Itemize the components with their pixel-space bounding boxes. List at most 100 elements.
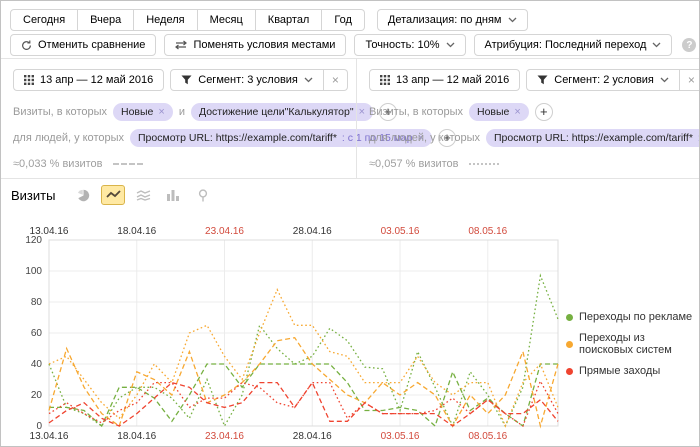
and-connector: и [179, 106, 185, 118]
map-pin-icon[interactable] [191, 185, 215, 205]
x-axis-label-top: 08.05.16 [468, 226, 507, 237]
chart-type-toolbar [71, 185, 215, 205]
chevron-down-icon [660, 77, 669, 83]
metrica-page: Сегодня Вчера Неделя Месяц Квартал Год Д… [0, 0, 700, 447]
date-range-button-a[interactable]: 13 апр — 12 май 2016 [13, 69, 164, 91]
accuracy-label: Точность: 10% [365, 39, 439, 51]
panel-b-visit-conditions: Визиты, в которых Новые × + [369, 103, 553, 121]
tab-today[interactable]: Сегодня [10, 9, 78, 31]
legend-label: Прямые заходы [579, 365, 660, 377]
segment-panel-a: 13 апр — 12 май 2016 Сегмент: 3 условия … [1, 59, 356, 178]
tab-week[interactable]: Неделя [134, 9, 197, 31]
filter-icon [181, 75, 192, 85]
panel-a-header: 13 апр — 12 май 2016 Сегмент: 3 условия … [13, 69, 348, 91]
condition-chip-goal[interactable]: Достижение цели"Калькулятор"× [191, 103, 373, 121]
segment-control-a: Сегмент: 3 условия × [170, 69, 348, 91]
people-label: для людей, у которых [369, 132, 480, 144]
chart-legend: Переходы по рекламе Переходы из поисковы… [566, 311, 699, 377]
legend-dot-green [566, 314, 573, 321]
swap-conditions-button[interactable]: Поменять условия местами [164, 34, 346, 56]
chevron-down-icon [446, 42, 455, 48]
x-axis-label-bottom: 08.05.16 [468, 431, 507, 442]
panel-b-people-conditions: для людей, у которых Просмотр URL: https… [369, 129, 700, 147]
period-toolbar: Сегодня Вчера Неделя Месяц Квартал Год Д… [10, 9, 528, 31]
tab-quarter[interactable]: Квартал [256, 9, 323, 31]
date-range-label: 13 апр — 12 май 2016 [396, 74, 509, 86]
panel-b-header: 13 апр — 12 май 2016 Сегмент: 2 условия … [369, 69, 700, 91]
period-tabgroup: Сегодня Вчера Неделя Месяц Квартал Год [10, 9, 365, 31]
chip-label: Достижение цели"Калькулятор" [199, 106, 354, 118]
detail-label: Детализация: по дням [388, 14, 502, 26]
legend-dot-orange [566, 341, 573, 348]
x-axis-label-bottom: 23.04.16 [205, 431, 244, 442]
segment-remove-button-a[interactable]: × [324, 69, 348, 91]
legend-dot-red [566, 368, 573, 375]
segment-dropdown-b[interactable]: Сегмент: 2 условия [526, 69, 680, 91]
tab-yesterday[interactable]: Вчера [78, 9, 134, 31]
condition-chip-new[interactable]: Новые × [113, 103, 173, 121]
help-icon[interactable]: ? [682, 38, 696, 52]
line-style-sample-dashed [113, 163, 143, 165]
calendar-icon [24, 75, 34, 85]
series-line-search-segment-a [49, 338, 558, 426]
x-axis-label-bottom: 18.04.16 [117, 431, 156, 442]
legend-item-direct[interactable]: Прямые заходы [566, 365, 699, 377]
chip-close-icon[interactable]: × [158, 106, 164, 118]
bar-chart-icon[interactable] [161, 185, 185, 205]
segment-label: Сегмент: 2 условия [554, 74, 654, 86]
refresh-icon [21, 40, 32, 51]
x-axis-label-top: 28.04.16 [293, 226, 332, 237]
accuracy-dropdown[interactable]: Точность: 10% [354, 34, 465, 56]
segment-label: Сегмент: 3 условия [198, 74, 298, 86]
legend-item-search[interactable]: Переходы из поисковых систем [566, 332, 699, 356]
chevron-down-icon [652, 42, 661, 48]
y-axis-label: 60 [31, 328, 43, 339]
y-axis-label: 80 [31, 297, 43, 308]
segment-control-b: Сегмент: 2 условия × [526, 69, 700, 91]
stacked-area-icon[interactable] [131, 185, 155, 205]
segment-panels: 13 апр — 12 май 2016 Сегмент: 3 условия … [1, 59, 700, 179]
segment-panel-b: 13 апр — 12 май 2016 Сегмент: 2 условия … [356, 59, 700, 178]
y-axis-label: 100 [25, 266, 42, 277]
detail-dropdown[interactable]: Детализация: по дням [377, 9, 528, 31]
line-chart-icon[interactable] [101, 185, 125, 205]
compare-toolbar: Отменить сравнение Поменять условия мест… [10, 34, 696, 56]
attribution-dropdown[interactable]: Атрибуция: Последний переход [474, 34, 673, 56]
chip-label: Новые [121, 106, 153, 118]
share-value: ≈0,033 % визитов [13, 158, 103, 170]
add-condition-button[interactable]: + [535, 103, 553, 121]
people-label: для людей, у которых [13, 132, 124, 144]
visits-label: Визиты, в которых [369, 106, 463, 118]
attribution-label: Атрибуция: Последний переход [485, 39, 647, 51]
x-axis-label-top: 23.04.16 [205, 226, 244, 237]
swap-icon [175, 40, 187, 50]
legend-label: Переходы по рекламе [579, 311, 692, 323]
tab-year[interactable]: Год [322, 9, 365, 31]
share-value: ≈0,057 % визитов [369, 158, 459, 170]
swap-conditions-label: Поменять условия местами [193, 39, 335, 51]
chart-title: Визиты [11, 188, 55, 203]
chip-label: Новые [477, 106, 509, 118]
chip-close-icon[interactable]: × [514, 106, 520, 118]
tab-month[interactable]: Месяц [198, 9, 256, 31]
date-range-label: 13 апр — 12 май 2016 [40, 74, 153, 86]
panel-a-share: ≈0,033 % визитов [13, 158, 143, 170]
chip-label: Просмотр URL: https://example.com/tariff… [494, 132, 693, 144]
cancel-compare-button[interactable]: Отменить сравнение [10, 34, 156, 56]
condition-chip-new[interactable]: Новые × [469, 103, 529, 121]
date-range-button-b[interactable]: 13 апр — 12 май 2016 [369, 69, 520, 91]
legend-item-ads[interactable]: Переходы по рекламе [566, 311, 699, 323]
segment-dropdown-a[interactable]: Сегмент: 3 условия [170, 69, 324, 91]
condition-chip-url[interactable]: Просмотр URL: https://example.com/tariff… [486, 129, 700, 147]
x-axis-label-top: 18.04.16 [117, 226, 156, 237]
x-axis-label-top: 03.05.16 [381, 226, 420, 237]
filter-icon [537, 75, 548, 85]
x-axis-label-bottom: 13.04.16 [30, 431, 69, 442]
x-axis-label-bottom: 28.04.16 [293, 431, 332, 442]
chevron-down-icon [508, 17, 517, 23]
panel-a-visit-conditions: Визиты, в которых Новые× и Достижение це… [13, 103, 397, 121]
y-axis-label: 20 [31, 390, 43, 401]
segment-remove-button-b[interactable]: × [680, 69, 700, 91]
pie-chart-icon[interactable] [71, 185, 95, 205]
legend-label: Переходы из поисковых систем [579, 332, 699, 356]
